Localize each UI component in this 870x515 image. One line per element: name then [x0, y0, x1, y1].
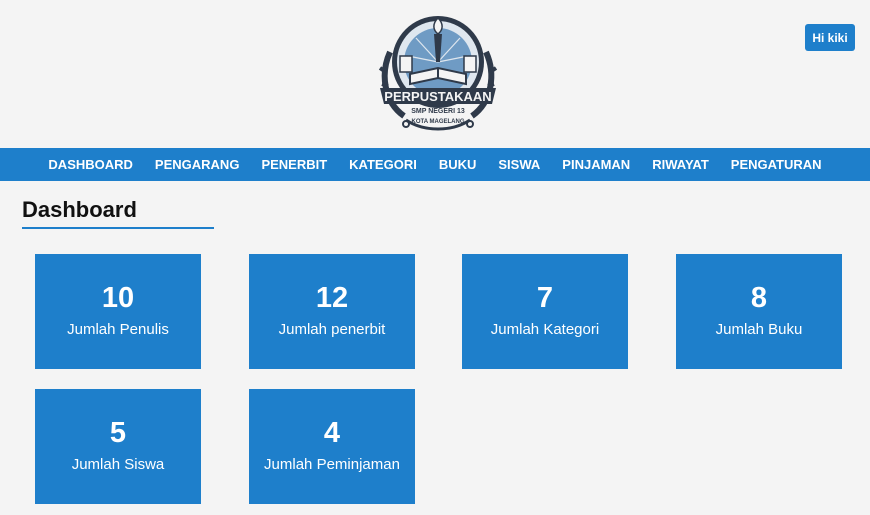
- nav-pengaturan[interactable]: PENGATURAN: [720, 157, 833, 172]
- stat-label: Jumlah Kategori: [490, 321, 600, 338]
- stat-value: 7: [536, 282, 554, 314]
- stat-label: Jumlah Siswa: [71, 456, 165, 473]
- logo-subtitle: SMP NEGERI 13: [411, 108, 465, 115]
- main-nav: DASHBOARD PENGARANG PENERBIT KATEGORI BU…: [0, 148, 870, 181]
- nav-pengarang[interactable]: PENGARANG: [144, 157, 251, 172]
- stat-card-penerbit[interactable]: 12 Jumlah penerbit: [249, 254, 415, 369]
- stat-card-kategori[interactable]: 7 Jumlah Kategori: [462, 254, 628, 369]
- stat-card-peminjaman[interactable]: 4 Jumlah Peminjaman: [249, 389, 415, 504]
- stat-label: Jumlah Buku: [715, 321, 803, 338]
- nav-siswa[interactable]: SISWA: [487, 157, 551, 172]
- title-underline: [22, 227, 214, 229]
- nav-riwayat[interactable]: RIWAYAT: [641, 157, 720, 172]
- stat-card-penulis[interactable]: 10 Jumlah Penulis: [35, 254, 201, 369]
- nav-pinjaman[interactable]: PINJAMAN: [551, 157, 641, 172]
- nav-kategori[interactable]: KATEGORI: [338, 157, 428, 172]
- stat-value: 12: [315, 282, 349, 314]
- nav-penerbit[interactable]: PENERBIT: [250, 157, 338, 172]
- stat-value: 5: [109, 417, 127, 449]
- user-greeting-button[interactable]: Hi kiki: [805, 24, 855, 51]
- nav-dashboard[interactable]: DASHBOARD: [37, 157, 144, 172]
- stat-card-siswa[interactable]: 5 Jumlah Siswa: [35, 389, 201, 504]
- stat-value: 8: [750, 282, 768, 314]
- library-logo: PERPUSTAKAAN SMP NEGERI 13 KOTA MAGELANG: [378, 16, 498, 131]
- stat-label: Jumlah Penulis: [67, 321, 169, 338]
- stat-label: Jumlah Peminjaman: [264, 456, 400, 473]
- header: PERPUSTAKAAN SMP NEGERI 13 KOTA MAGELANG…: [0, 0, 870, 148]
- stat-value: 4: [323, 417, 341, 449]
- logo-title: PERPUSTAKAAN: [384, 89, 491, 104]
- stat-value: 10: [101, 282, 135, 314]
- page-title: Dashboard: [22, 197, 137, 222]
- stat-card-buku[interactable]: 8 Jumlah Buku: [676, 254, 842, 369]
- nav-buku[interactable]: BUKU: [428, 157, 488, 172]
- stat-label: Jumlah penerbit: [278, 321, 386, 338]
- logo-city: KOTA MAGELANG: [412, 119, 465, 125]
